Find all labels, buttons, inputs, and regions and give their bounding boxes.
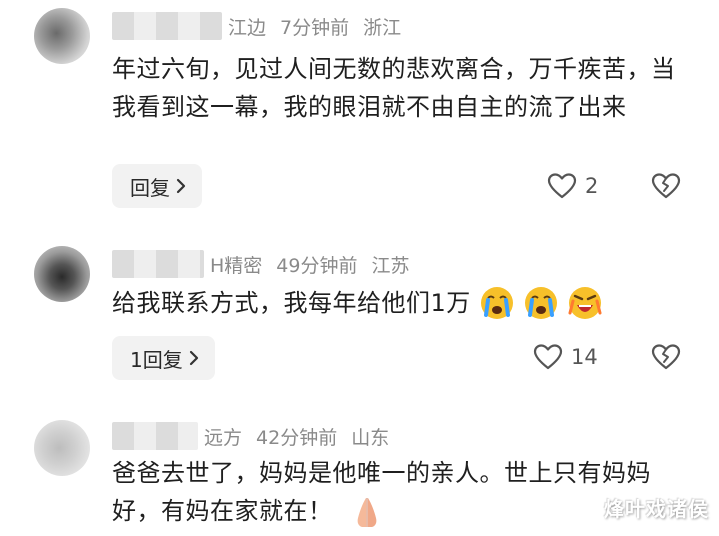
username[interactable]: 远方 — [204, 423, 242, 450]
like-button[interactable]: 2 — [547, 172, 598, 200]
comment-meta: H精密 49分钟前 江苏 — [112, 248, 410, 280]
avatar[interactable] — [34, 8, 90, 64]
timestamp: 49分钟前 — [276, 254, 358, 277]
like-count: 2 — [585, 174, 599, 198]
folded-hands-emoji-icon — [357, 498, 377, 527]
comment-meta: 远方 42分钟前 山东 — [112, 420, 389, 452]
comment-text: 给我联系方式，我每年给他们1万 — [112, 289, 471, 317]
location: 浙江 — [363, 16, 402, 39]
comment-text: 年过六旬，见过人间无数的悲欢离合，万千疾苦，当我看到这一幕，我的眼泪就不由自主的… — [112, 55, 676, 121]
reply-button[interactable]: 回复 — [112, 164, 202, 208]
chevron-right-icon — [189, 350, 198, 366]
comment-item: 江边 7分钟前 浙江 年过六旬，见过人间无数的悲欢离合，万千疾苦，当我看到这一幕… — [0, 0, 719, 230]
comment-text-row: 给我联系方式，我每年给他们1万 — [112, 284, 692, 322]
reply-label: 1回复 — [130, 347, 183, 372]
timestamp: 7分钟前 — [280, 16, 350, 39]
broken-heart-icon[interactable] — [651, 172, 681, 200]
heart-outline-icon — [547, 173, 577, 199]
comment-meta: 江边 7分钟前 浙江 — [112, 10, 401, 42]
crying-face-emoji-icon — [480, 287, 513, 319]
loudly-crying-face-emoji-icon — [568, 287, 602, 319]
crying-face-emoji-icon — [524, 287, 557, 319]
reply-label: 回复 — [130, 175, 170, 200]
reply-button[interactable]: 1回复 — [112, 336, 215, 380]
username[interactable]: 江边 — [228, 13, 266, 40]
redacted-username-mosaic — [112, 250, 204, 278]
timestamp: 42分钟前 — [256, 426, 338, 449]
broken-heart-icon[interactable] — [651, 343, 681, 371]
redacted-username-mosaic — [112, 422, 198, 450]
like-count: 14 — [571, 345, 598, 369]
avatar[interactable] — [34, 420, 90, 476]
heart-outline-icon — [533, 344, 563, 370]
username[interactable]: H精密 — [210, 251, 262, 278]
avatar[interactable] — [34, 246, 90, 302]
watermark: 烽叶戏诸侯 — [604, 497, 709, 521]
location: 江苏 — [371, 254, 410, 277]
location: 山东 — [351, 426, 390, 449]
redacted-username-mosaic — [112, 12, 222, 40]
chevron-right-icon — [176, 178, 186, 194]
like-button[interactable]: 14 — [533, 343, 598, 371]
comment-item: H精密 49分钟前 江苏 给我联系方式，我每年给他们1万 1回复 14 — [0, 236, 719, 396]
